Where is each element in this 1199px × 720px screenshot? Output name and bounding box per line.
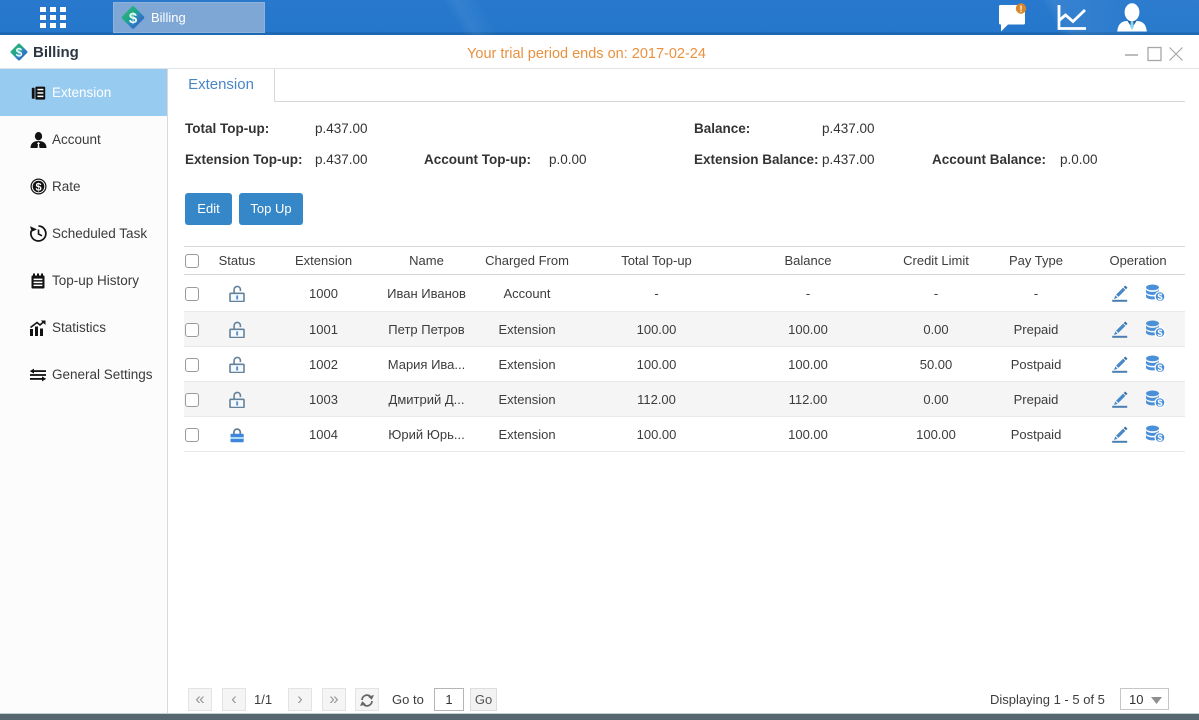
svg-text:$: $: [1157, 363, 1162, 373]
svg-text:$: $: [1157, 292, 1162, 302]
svg-text:$: $: [35, 182, 41, 194]
svg-text:$: $: [1157, 328, 1162, 338]
svg-text:!: !: [1020, 4, 1023, 14]
svg-text:$: $: [129, 10, 138, 27]
svg-text:$: $: [1157, 433, 1162, 443]
svg-text:$: $: [1157, 398, 1162, 408]
